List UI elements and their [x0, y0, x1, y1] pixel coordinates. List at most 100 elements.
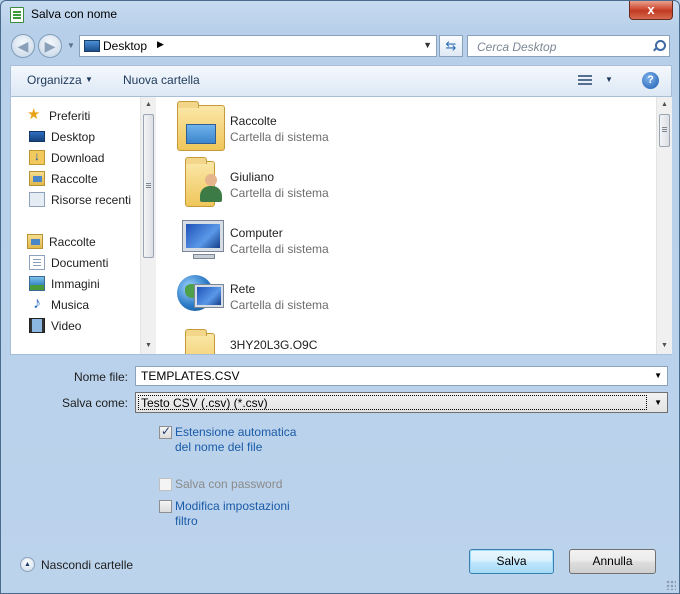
- file-item-raccolte[interactable]: Raccolte Cartella di sistema: [177, 101, 597, 153]
- search-icon[interactable]: [652, 40, 666, 52]
- scroll-thumb[interactable]: [143, 114, 154, 258]
- scroll-down-icon[interactable]: ▼: [657, 338, 672, 354]
- breadcrumb-chevron-icon[interactable]: ▶: [157, 39, 164, 50]
- edit-filter-settings-checkbox[interactable]: [159, 500, 172, 513]
- save-as-type-value: Testo CSV (.csv) (*.csv): [141, 396, 268, 410]
- edit-filter-settings-label[interactable]: Modifica impostazioni filtro: [175, 499, 290, 529]
- address-bar[interactable]: Desktop ▶ ▼: [79, 35, 437, 57]
- scroll-up-icon[interactable]: ▲: [657, 97, 672, 113]
- help-icon[interactable]: ?: [642, 72, 659, 89]
- organize-button[interactable]: Organizza: [27, 73, 82, 87]
- recent-places-icon: [29, 192, 45, 207]
- address-history-dropdown-icon[interactable]: ▼: [423, 40, 432, 50]
- nav-item-label: Desktop: [51, 130, 96, 144]
- close-button[interactable]: x: [629, 1, 673, 20]
- music-icon: ♪: [33, 295, 41, 312]
- search-placeholder: Cerca Desktop: [477, 40, 557, 54]
- scroll-thumb[interactable]: [659, 114, 670, 147]
- documents-icon: [29, 255, 45, 270]
- save-as-type-select[interactable]: Testo CSV (.csv) (*.csv) ▼: [135, 392, 668, 413]
- nav-item-label: Download: [51, 151, 105, 165]
- save-as-dialog: Salva con nome x ◀ ▶ ▼ Desktop ▶ ▼ ⇆ Cer…: [0, 0, 680, 594]
- navigation-scrollbar[interactable]: ▲ ▼: [140, 97, 156, 354]
- file-item-computer[interactable]: Computer Cartella di sistema: [177, 213, 597, 265]
- title-bar[interactable]: Salva con nome x: [1, 1, 679, 29]
- window-title: Salva con nome: [31, 7, 118, 21]
- grip-icon: [146, 183, 151, 188]
- hide-folders-button[interactable]: Nascondi cartelle: [41, 558, 133, 572]
- downloads-icon: [29, 149, 45, 165]
- resize-grip-icon[interactable]: [666, 580, 676, 590]
- search-input[interactable]: Cerca Desktop: [467, 35, 670, 57]
- file-list-scrollbar[interactable]: ▲ ▼: [656, 97, 672, 354]
- save-as-type-label: Salva come:: [61, 396, 128, 410]
- file-name: Rete: [230, 282, 256, 296]
- chevron-down-icon[interactable]: ▼: [654, 371, 662, 380]
- save-button[interactable]: Salva: [469, 549, 554, 574]
- new-folder-button[interactable]: Nuova cartella: [123, 73, 200, 87]
- star-icon: ★: [27, 106, 41, 123]
- nav-item-label: Immagini: [51, 277, 100, 291]
- edit-filter-line1: Modifica impostazioni: [175, 499, 290, 513]
- cancel-button[interactable]: Annulla: [569, 549, 656, 574]
- file-type: Cartella di sistema: [230, 186, 329, 200]
- file-item-folder[interactable]: 3HY20L3G.O9C: [177, 325, 597, 354]
- desktop-icon: [29, 131, 45, 142]
- save-with-password-label[interactable]: Salva con password: [175, 477, 282, 492]
- auto-extension-label[interactable]: Estensione automatica del nome del file: [175, 425, 296, 455]
- focus-rect: Testo CSV (.csv) (*.csv): [138, 395, 647, 410]
- file-list: Raccolte Cartella di sistema Giuliano Ca…: [157, 97, 656, 354]
- user-folder-icon: [185, 157, 222, 207]
- libraries-icon: [27, 234, 43, 249]
- file-name: Giuliano: [230, 170, 275, 184]
- nav-item-label: Musica: [51, 298, 90, 312]
- edit-filter-line2: filtro: [175, 514, 198, 528]
- address-row: ◀ ▶ ▼ Desktop ▶ ▼ ⇆ Cerca Desktop: [1, 31, 679, 61]
- folder-icon: [185, 329, 215, 354]
- nav-item-label: Risorse recenti: [51, 193, 132, 207]
- scroll-down-icon[interactable]: ▼: [141, 338, 156, 354]
- recent-locations-dropdown-icon[interactable]: ▼: [67, 41, 75, 50]
- file-name-value[interactable]: TEMPLATES.CSV: [141, 369, 239, 383]
- nav-item-label: Preferiti: [49, 109, 91, 123]
- nav-item-label: Documenti: [51, 256, 109, 270]
- command-toolbar: Organizza ▼ Nuova cartella ▼ ?: [10, 65, 672, 96]
- videos-icon: [29, 318, 45, 333]
- file-type: Cartella di sistema: [230, 130, 329, 144]
- refresh-button[interactable]: ⇆: [439, 35, 463, 57]
- browser-panes: ★ Preferiti Desktop Download Raccolte Ri…: [10, 96, 672, 355]
- desktop-icon: [84, 40, 100, 52]
- arrow-left-icon: ◀: [17, 38, 29, 54]
- change-view-icon[interactable]: [578, 74, 594, 88]
- pictures-icon: [29, 276, 45, 291]
- forward-button[interactable]: ▶: [38, 34, 62, 58]
- file-type: Cartella di sistema: [230, 298, 329, 312]
- file-name-label: Nome file:: [73, 370, 128, 384]
- spreadsheet-app-icon: [10, 7, 24, 23]
- libraries-folder-icon: [177, 101, 225, 151]
- file-name: Raccolte: [230, 114, 277, 128]
- nav-item-label: Video: [51, 319, 82, 333]
- refresh-icon: ⇆: [445, 38, 457, 53]
- nav-item-label: Raccolte: [49, 235, 96, 249]
- arrow-right-icon: ▶: [44, 38, 56, 54]
- view-options-dropdown-icon[interactable]: ▼: [605, 75, 613, 84]
- libraries-icon: [29, 171, 45, 186]
- nav-item-label: Raccolte: [51, 172, 98, 186]
- navigation-pane: ★ Preferiti Desktop Download Raccolte Ri…: [11, 97, 156, 354]
- auto-extension-checkbox[interactable]: [159, 424, 172, 439]
- file-name: 3HY20L3G.O9C: [230, 338, 318, 352]
- save-with-password-checkbox[interactable]: [159, 478, 172, 491]
- chevron-down-icon[interactable]: ▼: [654, 398, 662, 407]
- collapse-up-icon[interactable]: ▲: [20, 557, 35, 572]
- back-button[interactable]: ◀: [11, 34, 35, 58]
- file-type: Cartella di sistema: [230, 242, 329, 256]
- breadcrumb-desktop[interactable]: Desktop: [103, 39, 147, 53]
- auto-extension-line1: Estensione automatica: [175, 425, 297, 439]
- file-item-rete[interactable]: Rete Cartella di sistema: [177, 269, 597, 321]
- file-item-giuliano[interactable]: Giuliano Cartella di sistema: [177, 157, 597, 209]
- file-name-input[interactable]: TEMPLATES.CSV ▼: [135, 366, 668, 386]
- scroll-up-icon[interactable]: ▲: [141, 97, 156, 113]
- chevron-down-icon[interactable]: ▼: [85, 75, 93, 84]
- network-icon: [177, 273, 225, 319]
